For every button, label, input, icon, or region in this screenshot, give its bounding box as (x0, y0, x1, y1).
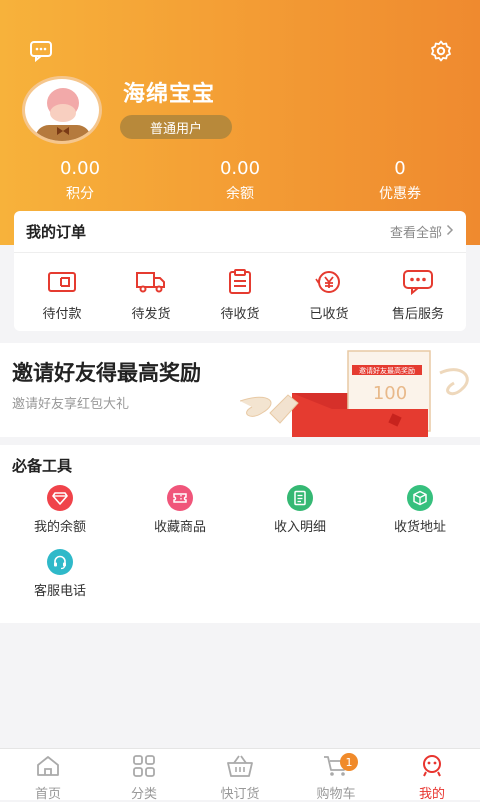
tab-mine[interactable]: 我的 (384, 749, 480, 802)
tab-quick-order[interactable]: 快订货 (192, 749, 288, 802)
invite-banner[interactable]: 邀请好友得最高奖励 邀请好友享红包大礼 邀请好友最高奖励 100 (0, 343, 480, 437)
order-item-label: 待发货 (131, 307, 171, 322)
stat-balance[interactable]: 0.00 余额 (170, 158, 310, 204)
order-item-label: 待付款 (42, 307, 82, 322)
yuan-icon (314, 269, 344, 299)
tab-category[interactable]: 分类 (96, 749, 192, 802)
order-pending-payment[interactable]: 待付款 (18, 269, 106, 322)
invite-subtitle: 邀请好友享红包大礼 (12, 397, 130, 412)
clipboard-icon (226, 269, 254, 299)
username: 海绵宝宝 (123, 82, 216, 107)
order-received[interactable]: 已收货 (285, 269, 373, 322)
tab-label: 首页 (34, 787, 61, 802)
chevron-right-icon (446, 224, 454, 240)
stat-value: 0 (394, 158, 406, 179)
orders-title: 我的订单 (26, 223, 87, 241)
svg-text:100: 100 (373, 383, 407, 404)
stat-label: 余额 (226, 186, 254, 202)
tool-favorites[interactable]: 收藏商品 (120, 485, 240, 535)
order-pending-shipment[interactable]: 待发货 (107, 269, 195, 322)
order-item-label: 已收货 (309, 307, 349, 322)
tool-shipping-address[interactable]: 收货地址 (360, 485, 480, 535)
tool-income-details[interactable]: 收入明细 (240, 485, 360, 535)
basket-icon (226, 754, 254, 782)
tool-label: 收藏商品 (153, 520, 206, 535)
invite-title: 邀请好友得最高奖励 (12, 361, 201, 385)
wallet-icon (47, 269, 77, 299)
orders-card: 我的订单 查看全部 待付款 待发货 待收货 已收货 售后服务 (14, 211, 466, 331)
ticket-icon (167, 485, 193, 511)
tool-label: 收货地址 (393, 520, 446, 535)
view-all-orders-link[interactable]: 查看全部 (390, 222, 454, 241)
avatar[interactable] (22, 76, 102, 144)
tab-label: 我的 (418, 787, 445, 802)
box-icon (407, 485, 433, 511)
cart-badge: 1 (340, 753, 358, 771)
tools-section: 必备工具 我的余额 收藏商品 收入明细 收货地址 客服电话 (0, 445, 480, 623)
tab-home[interactable]: 首页 (0, 749, 96, 802)
stat-value: 0.00 (219, 158, 261, 179)
stat-coupons[interactable]: 0 优惠券 (330, 158, 470, 204)
bottom-tab-bar: 首页 分类 快订货 1 购物车 我的 (0, 748, 480, 802)
headset-icon (47, 549, 73, 575)
truck-icon (135, 269, 167, 299)
order-item-label: 售后服务 (391, 307, 444, 322)
message-icon[interactable] (28, 38, 54, 64)
tool-label: 我的余额 (33, 520, 86, 535)
profile-header: 海绵宝宝 普通用户 0.00 积分 0.00 余额 0 优惠券 (0, 0, 480, 245)
document-icon (287, 485, 313, 511)
order-after-sales[interactable]: 售后服务 (374, 269, 462, 322)
profile-icon (419, 754, 445, 782)
tab-label: 购物车 (316, 787, 356, 802)
settings-gear-icon[interactable] (428, 38, 454, 64)
grid-icon (131, 754, 157, 782)
tool-label: 收入明细 (273, 520, 326, 535)
tab-label: 快订货 (220, 787, 260, 802)
home-icon (35, 754, 61, 782)
diamond-icon (47, 485, 73, 511)
chat-icon (402, 269, 434, 299)
tool-customer-service[interactable]: 客服电话 (0, 549, 120, 599)
stat-label: 优惠券 (379, 186, 421, 202)
stat-points[interactable]: 0.00 积分 (10, 158, 150, 204)
tool-label: 客服电话 (33, 584, 86, 599)
view-all-label: 查看全部 (389, 226, 442, 241)
svg-text:邀请好友最高奖励: 邀请好友最高奖励 (359, 366, 415, 375)
tools-title: 必备工具 (12, 457, 73, 475)
tab-label: 分类 (130, 787, 157, 802)
orders-header: 我的订单 查看全部 (14, 211, 466, 253)
order-item-label: 待收货 (220, 307, 260, 322)
order-pending-receipt[interactable]: 待收货 (196, 269, 284, 322)
tab-cart[interactable]: 1 购物车 (288, 749, 384, 802)
tool-my-balance[interactable]: 我的余额 (0, 485, 120, 535)
stat-label: 积分 (66, 186, 94, 202)
user-level-badge: 普通用户 (120, 115, 232, 139)
red-envelope-illustration: 邀请好友最高奖励 100 (240, 350, 469, 437)
stat-value: 0.00 (59, 158, 101, 179)
